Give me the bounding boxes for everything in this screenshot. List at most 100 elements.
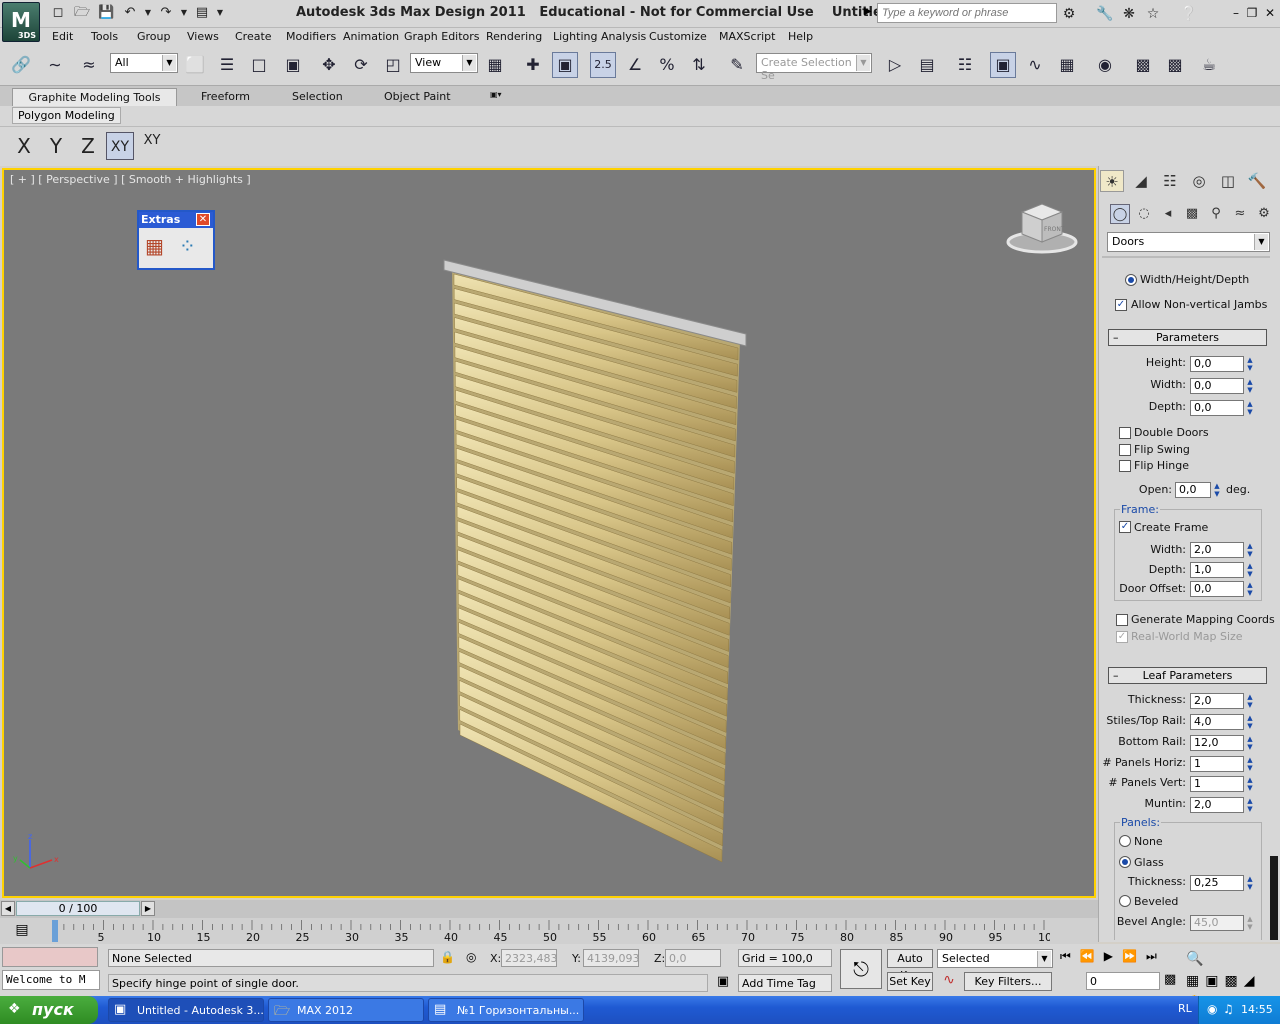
select-by-name-icon[interactable]: ☰ [214,52,240,78]
time-configuration-icon[interactable]: ▩ [1164,972,1182,991]
angle-snap-icon[interactable]: ∠ [622,52,648,78]
frame-depth-field[interactable]: 1,0 [1190,562,1244,578]
percent-snap-icon[interactable]: % [654,52,680,78]
geometry-icon[interactable]: ◯ [1110,204,1130,224]
height-field[interactable]: 0,0 [1190,356,1244,372]
redo-dropdown-icon[interactable]: ▼ [176,5,192,21]
quick-access-dropdown-icon[interactable]: ▼ [212,5,228,21]
zoom-extents-all-icon[interactable]: ▩ [1224,973,1243,989]
thickness-spinner[interactable]: ▲ ▼ [1245,693,1255,709]
width-spinner[interactable]: ▲ ▼ [1245,378,1255,394]
default-in-out-tangent-icon[interactable]: ∿ [939,972,959,991]
perspective-viewport[interactable]: [ + ] [ Perspective ] [ Smooth + Highlig… [2,168,1096,898]
add-time-tag-button[interactable]: Add Time Tag [738,974,832,992]
taskbar-item-max2012[interactable]: MAX 2012 [268,998,424,1022]
zoom-all-icon[interactable]: ▦ [1186,973,1205,989]
maxscript-listener[interactable]: Welcome to M [2,970,100,990]
x-coord-field[interactable]: 2323,483 [501,949,558,967]
stiles-top-rail-field[interactable]: 4,0 [1190,714,1244,730]
create-tab-icon[interactable]: ☀ [1100,170,1124,192]
menu-graph-editors[interactable]: Graph Editors [404,30,480,43]
double-doors-checkbox[interactable] [1119,427,1131,439]
maxscript-listener-pink[interactable] [2,947,98,967]
constrain-y-button[interactable]: Y [42,132,70,160]
frame-depth-spinner[interactable]: ▲ ▼ [1245,562,1255,578]
edit-named-selection-icon[interactable]: ✎ [724,52,750,78]
glass-thickness-field[interactable]: 0,25 [1190,875,1244,891]
align-icon[interactable]: ▤ [914,52,940,78]
app-menu-button[interactable]: M 3DS [2,2,40,42]
constrain-xy-button[interactable]: XY [106,132,134,160]
stiles-top-rail-spinner[interactable]: ▲ ▼ [1245,714,1255,730]
set-key-icon[interactable]: ⎋ [840,949,882,989]
tab-graphite-modeling-tools[interactable]: Graphite Modeling Tools [12,88,177,106]
select-and-link-icon[interactable]: 🔗 [8,52,34,78]
current-frame-field[interactable]: 0 [1086,972,1160,990]
favorites-star-icon[interactable]: ☆ [1144,5,1162,23]
window-crossing-icon[interactable]: ▣ [280,52,306,78]
lock-icon[interactable]: 🔒 [440,950,455,964]
muntin-spinner[interactable]: ▲ ▼ [1245,797,1255,813]
language-indicator[interactable]: RL [1178,1002,1192,1015]
frame-width-field[interactable]: 2,0 [1190,542,1244,558]
depth-spinner[interactable]: ▲ ▼ [1245,400,1255,416]
muntin-field[interactable]: 2,0 [1190,797,1244,813]
graphite-ribbon-toggle-icon[interactable]: ▣ [990,52,1016,78]
menu-maxscript[interactable]: MAXScript [719,30,775,43]
menu-help[interactable]: Help [788,30,813,43]
rectangle-selection-icon[interactable]: □ [246,52,272,78]
layer-manager-icon[interactable]: ☷ [952,52,978,78]
mirror-icon[interactable]: ▷ [882,52,908,78]
zoom-extents-icon[interactable]: ▣ [1205,973,1224,989]
volume-icon[interactable]: ♫ [1223,1002,1234,1016]
minimize-icon[interactable]: – [1228,4,1244,22]
named-selection-dropdown[interactable]: Create Selection Se ▼ [756,53,872,82]
panels-glass-radio[interactable] [1119,856,1131,868]
select-manipulate-icon[interactable]: ✚ [520,52,546,78]
set-key-button[interactable]: Set Key [887,972,933,991]
key-mode-dropdown[interactable]: Selected ▼ [937,949,1053,968]
parameters-rollout-header[interactable]: – Parameters [1108,329,1267,346]
bevel-angle-spinner[interactable]: ▲ ▼ [1245,915,1255,931]
field-of-view-icon[interactable]: ◢ [1244,973,1261,989]
new-file-icon[interactable]: ◻ [50,5,66,21]
allow-non-vertical-checkbox[interactable]: ✓ [1115,299,1127,311]
real-world-map-checkbox[interactable]: ✓ [1116,631,1128,643]
panels-horiz-field[interactable]: 1 [1190,756,1244,772]
taskbar-item-document[interactable]: №1 Горизонтальны... [428,998,584,1022]
modify-tab-icon[interactable]: ◢ [1129,170,1153,192]
bind-space-warp-icon[interactable]: ≈ [76,52,102,78]
rendered-frame-window-icon[interactable]: ▩ [1162,52,1188,78]
frame-width-spinner[interactable]: ▲ ▼ [1245,542,1255,558]
info-center-arrow-icon[interactable]: ▶ [864,6,872,17]
key-filters-button[interactable]: Key Filters... [964,972,1052,991]
snaps-toggle-icon[interactable]: 2.5 [590,52,616,78]
panels-beveled-radio[interactable] [1119,895,1131,907]
select-and-scale-icon[interactable]: ◰ [380,52,406,78]
previous-frame-icon[interactable]: ⏪ [1080,949,1104,963]
height-spinner[interactable]: ▲ ▼ [1245,356,1255,372]
material-editor-icon[interactable]: ◉ [1092,52,1118,78]
display-tab-icon[interactable]: ◫ [1216,170,1240,192]
reference-coord-dropdown[interactable]: View ▼ [410,53,478,73]
network-icon[interactable]: ◉ [1207,1002,1217,1016]
motion-tab-icon[interactable]: ◎ [1187,170,1211,192]
go-to-end-icon[interactable]: ⏭ [1146,949,1166,963]
command-panel-scrollbar[interactable] [1270,856,1278,940]
leaf-parameters-rollout-header[interactable]: – Leaf Parameters [1108,667,1267,684]
lights-icon[interactable]: ◂ [1158,204,1178,224]
menu-modifiers[interactable]: Modifiers [286,30,336,43]
bottom-rail-spinner[interactable]: ▲ ▼ [1245,735,1255,751]
constrain-xy-cycle-button[interactable]: XY [138,132,166,160]
absolute-mode-icon[interactable]: ◎ [466,950,476,964]
communication-center-icon[interactable]: 🔧 [1096,5,1114,23]
keyboard-shortcut-override-icon[interactable]: ▣ [552,52,578,78]
menu-edit[interactable]: Edit [52,30,73,43]
menu-rendering[interactable]: Rendering [486,30,542,43]
width-field[interactable]: 0,0 [1190,378,1244,394]
select-object-icon[interactable]: ⬜ [182,52,208,78]
shapes-icon[interactable]: ◌ [1134,204,1154,224]
close-icon[interactable]: ✕ [1262,4,1278,22]
category-dropdown[interactable]: Doors ▼ [1107,232,1270,252]
space-warps-icon[interactable]: ≈ [1230,204,1250,224]
